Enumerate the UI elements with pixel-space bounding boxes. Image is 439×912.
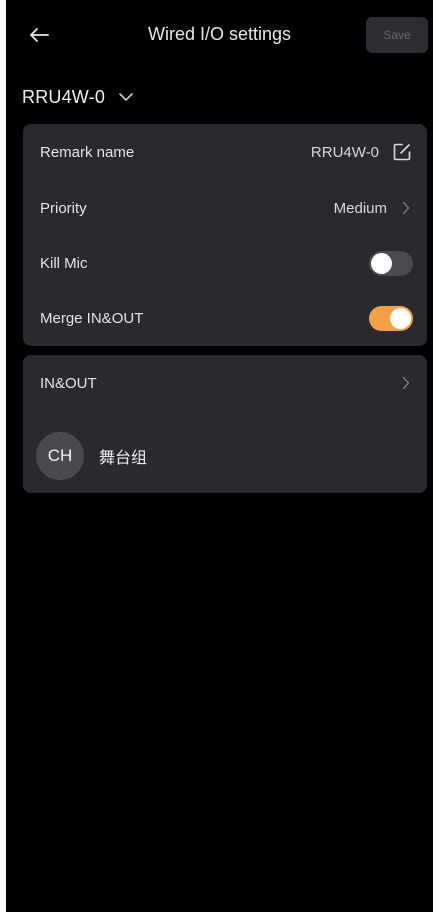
settings-card: Remark name RRU4W-0 Priority Medium Kill…	[23, 124, 427, 346]
chevron-right-icon	[399, 198, 413, 218]
device-name: RRU4W-0	[22, 86, 106, 107]
screen: Wired I/O settings Save RRU4W-0 Remark n…	[6, 0, 433, 912]
priority-right: Medium	[334, 198, 413, 218]
in-out-row[interactable]: IN&OUT	[23, 355, 427, 411]
chevron-down-icon	[118, 92, 134, 102]
remark-name-value: RRU4W-0	[310, 143, 379, 161]
priority-value: Medium	[333, 199, 387, 217]
arrow-left-icon	[30, 28, 49, 42]
toggle-knob	[371, 252, 392, 274]
save-button[interactable]: Save	[366, 17, 428, 53]
priority-label: Priority	[40, 199, 87, 217]
remark-name-label: Remark name	[40, 143, 135, 161]
edit-icon[interactable]	[391, 141, 413, 163]
toggle-knob	[390, 307, 411, 329]
device-selector[interactable]: RRU4W-0	[22, 82, 134, 112]
avatar: CH	[36, 432, 84, 480]
merge-in-out-toggle[interactable]	[369, 305, 413, 331]
in-out-label: IN&OUT	[40, 374, 97, 392]
remark-name-right: RRU4W-0	[311, 141, 413, 163]
back-button[interactable]	[24, 22, 54, 48]
priority-row[interactable]: Priority Medium	[23, 180, 427, 236]
kill-mic-right	[369, 250, 413, 276]
channel-card: IN&OUT CH 舞台组	[23, 355, 427, 493]
merge-in-out-right	[369, 305, 413, 331]
group-name: 舞台组	[99, 448, 148, 467]
remark-name-row[interactable]: Remark name RRU4W-0	[23, 124, 427, 180]
kill-mic-toggle[interactable]	[369, 250, 413, 276]
merge-in-out-row: Merge IN&OUT	[23, 290, 427, 346]
group-item[interactable]: CH 舞台组	[36, 432, 147, 480]
chevron-right-icon	[399, 373, 413, 393]
merge-in-out-label: Merge IN&OUT	[40, 309, 144, 327]
kill-mic-row: Kill Mic	[23, 235, 427, 291]
kill-mic-label: Kill Mic	[40, 254, 88, 272]
in-out-right	[387, 373, 413, 393]
header: Wired I/O settings Save	[6, 0, 433, 72]
